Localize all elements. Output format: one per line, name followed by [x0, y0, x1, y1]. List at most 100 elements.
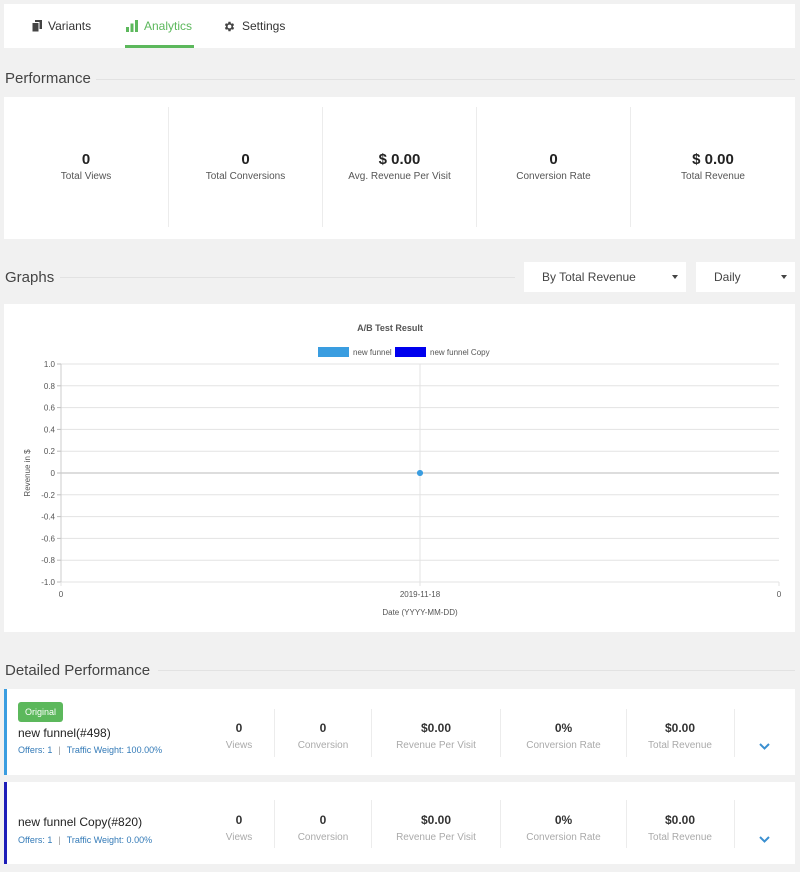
metric-conversion-rate: 0% Conversion Rate — [501, 813, 626, 843]
stat-label: Total Views — [60, 171, 112, 182]
metric-label: Total Revenue — [648, 832, 712, 843]
divider — [734, 800, 735, 848]
x-axis-label: Date (YYYY-MM-DD) — [382, 608, 458, 617]
separator: | — [58, 835, 61, 845]
y-tick-label: -0.6 — [41, 534, 55, 543]
metric-value: 0% — [554, 721, 573, 735]
period-select-value: Daily — [714, 270, 741, 284]
tab-settings[interactable]: Settings — [223, 4, 285, 48]
metric-total-revenue: $0.00 Total Revenue — [627, 721, 733, 751]
stat-label: Avg. Revenue Per Visit — [348, 171, 451, 182]
stat-value: 0 — [549, 151, 558, 168]
metric-label: Revenue Per Visit — [396, 832, 476, 843]
period-select[interactable]: Daily — [696, 262, 795, 292]
legend-label: new funnel — [353, 348, 392, 357]
metric-value: 0 — [235, 813, 243, 827]
metric-label: Conversion Rate — [526, 832, 601, 843]
y-tick-label: 0.4 — [44, 425, 56, 434]
stat-avg-revenue: $ 0.00 Avg. Revenue Per Visit — [323, 97, 476, 239]
y-tick-label: -0.4 — [41, 513, 55, 522]
chevron-down-icon[interactable] — [759, 737, 770, 755]
stat-total-revenue: $ 0.00 Total Revenue — [631, 97, 795, 239]
offers-link[interactable]: Offers: 1 — [18, 745, 52, 755]
tab-label: Variants — [48, 19, 92, 33]
performance-panel: 0 Total Views 0 Total Conversions $ 0.00… — [4, 97, 795, 239]
metric-total-revenue: $0.00 Total Revenue — [627, 813, 733, 843]
traffic-weight-link[interactable]: Traffic Weight: 100.00% — [67, 745, 162, 755]
stat-total-views: 0 Total Views — [4, 97, 168, 239]
metric-value: $0.00 — [664, 813, 696, 827]
variant-color-bar — [4, 782, 7, 864]
chart-panel: A/B Test Result new funnel new funnel Copy… — [4, 304, 795, 632]
traffic-weight-link[interactable]: Traffic Weight: 0.00% — [67, 835, 152, 845]
metric-revenue-per-visit: $0.00 Revenue Per Visit — [372, 721, 500, 751]
metric-label: Conversion — [297, 740, 349, 751]
variant-row: Original new funnel(#498) Offers: 1 | Tr… — [4, 689, 795, 775]
variant-row: new funnel Copy(#820) Offers: 1 | Traffi… — [4, 782, 795, 864]
metric-views: 0 Views — [204, 813, 274, 843]
metric-conversion: 0 Conversion — [275, 721, 371, 751]
bar-chart-icon — [126, 20, 138, 32]
legend-swatch — [395, 347, 426, 357]
data-point — [417, 470, 423, 476]
variant-meta: Offers: 1 | Traffic Weight: 100.00% — [18, 745, 162, 755]
metric-value: $0.00 — [420, 721, 452, 735]
metric-views: 0 Views — [204, 721, 274, 751]
metric-label: Conversion Rate — [526, 740, 601, 751]
y-tick-label: -1.0 — [41, 578, 55, 587]
stat-value: 0 — [81, 151, 91, 168]
metric-conversion: 0 Conversion — [275, 813, 371, 843]
variant-meta: Offers: 1 | Traffic Weight: 0.00% — [18, 835, 152, 845]
metric-label: Views — [225, 832, 253, 843]
y-tick-label: 0.2 — [44, 447, 56, 456]
stat-conversion-rate: 0 Conversion Rate — [477, 97, 630, 239]
tab-variants[interactable]: Variants — [32, 4, 91, 48]
original-badge: Original — [18, 702, 64, 722]
chart-title: A/B Test Result — [357, 323, 423, 333]
divider — [96, 79, 795, 80]
separator: | — [58, 745, 61, 755]
y-tick-label: 0.8 — [44, 382, 56, 391]
tab-analytics[interactable]: Analytics — [125, 4, 194, 48]
metric-label: Revenue Per Visit — [396, 740, 476, 751]
variant-name: new funnel Copy(#820) — [18, 815, 143, 829]
y-tick-label: 0.6 — [44, 404, 56, 413]
y-tick-label: -0.2 — [41, 491, 55, 500]
stat-total-conversions: 0 Total Conversions — [169, 97, 322, 239]
y-axis-label: Revenue in $ — [23, 449, 32, 497]
metric-select[interactable]: By Total Revenue — [524, 262, 686, 292]
stat-value: $ 0.00 — [378, 151, 421, 168]
stat-value: 0 — [241, 151, 250, 168]
tab-label: Analytics — [144, 19, 193, 33]
legend-swatch — [318, 347, 349, 357]
tab-bar: Variants Analytics Settings — [4, 4, 795, 48]
metric-value: 0 — [235, 721, 243, 735]
offers-link[interactable]: Offers: 1 — [18, 835, 52, 845]
divider — [734, 709, 735, 757]
metric-value: $0.00 — [664, 721, 696, 735]
stat-label: Conversion Rate — [516, 171, 591, 182]
copy-icon — [32, 20, 42, 32]
metric-label: Total Revenue — [648, 740, 712, 751]
legend-label: new funnel Copy — [430, 348, 490, 357]
caret-down-icon — [781, 275, 787, 279]
divider — [60, 277, 515, 278]
graphs-title: Graphs — [5, 269, 55, 286]
y-tick-label: 0 — [51, 469, 56, 478]
y-tick-label: -0.8 — [41, 556, 55, 565]
caret-down-icon — [672, 275, 678, 279]
metric-value: 0 — [319, 721, 327, 735]
tab-label: Settings — [242, 19, 286, 33]
metric-label: Views — [225, 740, 253, 751]
ab-test-chart: A/B Test Result new funnel new funnel Copy… — [23, 323, 782, 617]
x-tick-label: 0 — [777, 590, 782, 599]
metric-conversion-rate: 0% Conversion Rate — [501, 721, 626, 751]
y-tick-label: 1.0 — [44, 360, 56, 369]
chevron-down-icon[interactable] — [759, 830, 770, 848]
variant-color-bar — [4, 689, 7, 775]
detailed-performance-title: Detailed Performance — [5, 662, 151, 679]
metric-value: $0.00 — [420, 813, 452, 827]
stat-label: Total Revenue — [681, 171, 745, 182]
x-tick-label: 0 — [59, 590, 64, 599]
variant-name: new funnel(#498) — [18, 726, 111, 740]
